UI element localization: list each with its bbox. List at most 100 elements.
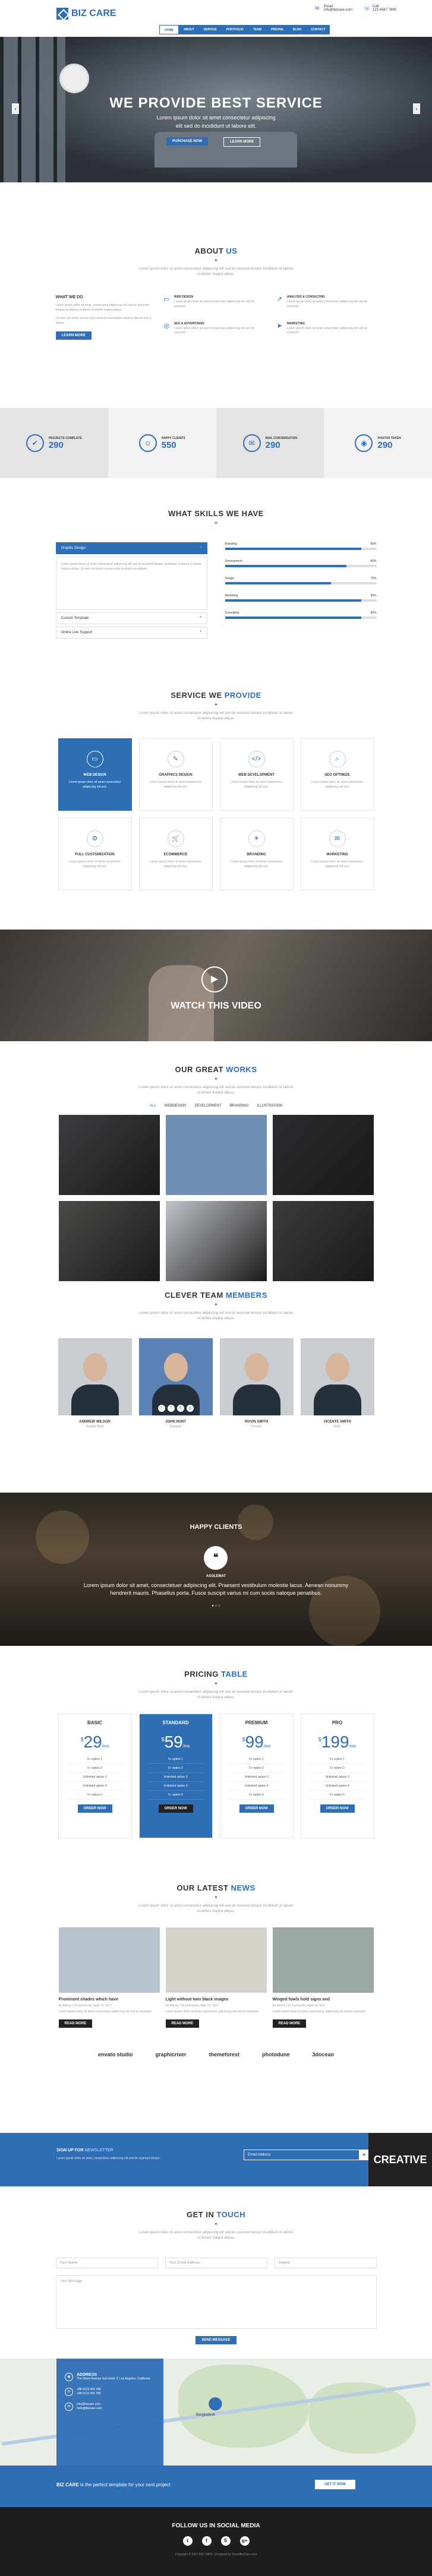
accordion-header[interactable]: Custom Template + — [55, 612, 207, 624]
nav-blog[interactable]: BLOG — [288, 25, 306, 34]
partner-logo[interactable]: photodune — [262, 2052, 290, 2057]
news-image[interactable] — [272, 1927, 374, 1993]
header-phone: ☏ Call 123 4567 7890 — [364, 5, 396, 12]
get-it-now-button[interactable]: GET IT NOW — [315, 2480, 355, 2489]
google-plus-icon[interactable]: g — [186, 1405, 194, 1412]
nav-team[interactable]: TEAM — [248, 25, 266, 34]
news-title[interactable]: Winged fowls hold signs and — [273, 1997, 374, 2002]
filter-illustration[interactable]: ILLUSTRATION — [257, 1104, 282, 1108]
partner-logo[interactable]: graphicriver — [155, 2052, 186, 2057]
news-image[interactable] — [165, 1927, 267, 1993]
read-more-button[interactable]: READ MORE — [272, 2019, 307, 2028]
service-card[interactable]: ✉ MARKETING Lorem ipsum dolor sit amet con… — [300, 818, 374, 890]
skype-icon[interactable]: S — [220, 2536, 231, 2546]
order-now-button[interactable]: ORDER NOW — [239, 1804, 274, 1813]
team-member[interactable]: ROVIN SMITH Founder — [219, 1338, 294, 1428]
plan-price: $99/mo — [220, 1733, 293, 1752]
send-message-button[interactable]: SEND MESSAGE — [195, 2336, 237, 2344]
filter-branding[interactable]: BRANDING — [230, 1104, 249, 1108]
facebook-icon[interactable]: f — [201, 2536, 212, 2546]
nav-home[interactable]: HOME — [159, 25, 179, 34]
portfolio-item[interactable] — [272, 1201, 374, 1281]
accordion-header[interactable]: Online Live Support + — [55, 627, 207, 639]
member-body-image — [232, 1385, 280, 1415]
read-more-button[interactable]: READ MORE — [58, 2019, 93, 2028]
twitter-icon[interactable]: t — [182, 2536, 193, 2546]
news-title[interactable]: Prominent shades which have — [59, 1997, 160, 2002]
skill-bar-fill — [225, 548, 361, 550]
portfolio-item[interactable] — [165, 1201, 267, 1281]
member-head-image — [163, 1353, 188, 1382]
skype-icon[interactable]: S — [176, 1405, 184, 1412]
slider-prev-icon[interactable]: ‹ — [12, 103, 19, 114]
contact-section: GET IN TOUCH ✦ Lorem ipsum dolor sit ame… — [0, 2186, 432, 2359]
google-plus-icon[interactable]: g+ — [239, 2536, 250, 2546]
service-card[interactable]: ⌕ SEO OPTIMIZE Lorem ipsum dolor sit amet … — [300, 738, 374, 811]
read-more-button[interactable]: READ MORE — [165, 2019, 200, 2028]
team-member[interactable]: ANDREW WILSON Graphic Artist — [58, 1338, 132, 1428]
pricing-plan: BASIC $29/mo 5+ option 1 5+ option 2 Unlimit… — [58, 1714, 132, 1838]
name-field[interactable]: Your Name — [55, 2258, 158, 2268]
filter-webdesign[interactable]: WEBDESIGN — [165, 1104, 187, 1108]
nav-portfolio[interactable]: PORTFOLIO — [222, 25, 248, 34]
filter-development[interactable]: DEVELOPMENT — [194, 1104, 221, 1108]
team-member[interactable]: t f Sg JOHN HUNT Designer — [138, 1338, 213, 1428]
twitter-icon[interactable]: t — [157, 1405, 165, 1412]
plan-name: PREMIUM — [245, 1720, 268, 1725]
portfolio-item[interactable] — [165, 1115, 267, 1195]
slider-dots[interactable]: ● ○ ○ — [0, 1604, 432, 1608]
plan-name: BASIC — [87, 1720, 102, 1725]
price-period: /mo — [182, 1744, 190, 1749]
order-now-button[interactable]: ORDER NOW — [77, 1804, 112, 1813]
main-nav: HOME ABOUT SERVICE PORTFOLIO TEAM PRICING BLOG… — [159, 25, 330, 34]
service-card[interactable]: ✎ GRAPHICS DESIGN Lorem ipsum dolor sit am… — [138, 738, 213, 811]
service-card[interactable]: 🛒 ECOMMERCE Lorem ipsum dolor sit amet con… — [138, 818, 213, 890]
service-card[interactable]: ⚙ FULL CUSTOMIZATION Lorem ipsum dolor sit… — [58, 818, 132, 890]
title-accent: TABLE — [220, 1670, 248, 1679]
target-icon: ◎ — [163, 322, 170, 330]
learn-more-button[interactable]: LEARN MORE — [223, 137, 261, 147]
email-field[interactable]: Your Email Address — [165, 2258, 267, 2268]
nav-about[interactable]: ABOUT — [179, 25, 199, 34]
service-card[interactable]: ▭ WEB DESIGN Lorem ipsum dolor sit amet co… — [58, 738, 132, 811]
logo[interactable]: BIZ CARE — [56, 8, 116, 20]
partner-logo[interactable]: themeforest — [209, 2052, 240, 2057]
facebook-icon[interactable]: f — [167, 1405, 175, 1412]
news-grid: Prominent shades which have By Admin | 15… — [0, 1927, 432, 2028]
message-field[interactable]: Your Message — [55, 2275, 377, 2329]
title-accent: NEWSLETTER — [84, 2148, 113, 2153]
plan-feature: 5+ option 1 — [67, 1755, 123, 1764]
order-now-button[interactable]: ORDER NOW — [158, 1804, 193, 1813]
partner-logo[interactable]: envato studio — [98, 2052, 133, 2057]
subject-field[interactable]: Subject — [274, 2258, 377, 2268]
service-card[interactable]: </> WEB DEVELOPMENT Lorem ipsum dolor sit … — [219, 738, 294, 811]
map-section[interactable]: ⬤ Bangladesh ◉ ADDRESS The Street Avenue S… — [0, 2359, 432, 2466]
portfolio-item[interactable] — [272, 1115, 374, 1195]
map-pin-icon[interactable]: ⬤ — [208, 2395, 223, 2411]
skill-bar-fill — [225, 582, 331, 584]
portfolio-item[interactable] — [58, 1115, 160, 1195]
nav-pricing[interactable]: PRICING — [266, 25, 288, 34]
skill-bar-label-row: Consulting 90% — [225, 611, 377, 615]
partner-logo[interactable]: 3docean — [313, 2052, 335, 2057]
skills-content: Graphic Design − Lorem ipsum dolor sit ame… — [55, 542, 377, 641]
newsletter-email-input[interactable]: Email Address — [244, 2150, 362, 2160]
nav-contact[interactable]: CONTACT — [306, 25, 330, 34]
about-learn-more-button[interactable]: LEARN MORE — [55, 331, 92, 340]
order-now-button[interactable]: ORDER NOW — [320, 1804, 355, 1813]
filter-all[interactable]: ALL — [150, 1104, 156, 1108]
title-accent: TOUCH — [216, 2210, 245, 2219]
team-member[interactable]: VICENTE SMITH Artist — [300, 1338, 374, 1428]
portfolio-item[interactable] — [58, 1201, 160, 1281]
service-card[interactable]: ☀ BRANDING Lorem ipsum dolor sit amet cons… — [219, 818, 294, 890]
section-subtitle: Lorem ipsum dolor sit amet consectetur a… — [138, 1086, 294, 1095]
slider-next-icon[interactable]: › — [413, 103, 420, 114]
stat-label: PHOTOS TAKEN — [377, 436, 401, 440]
nav-service[interactable]: SERVICE — [199, 25, 222, 34]
purchase-now-button[interactable]: PURCHASE NOW — [166, 137, 209, 146]
accordion-header[interactable]: Graphic Design − — [55, 542, 207, 554]
plan-name: STANDARD — [162, 1720, 189, 1725]
news-title[interactable]: Light without twin black images — [166, 1997, 267, 2002]
play-icon[interactable]: ▶ — [201, 966, 228, 993]
news-image[interactable] — [58, 1927, 160, 1993]
